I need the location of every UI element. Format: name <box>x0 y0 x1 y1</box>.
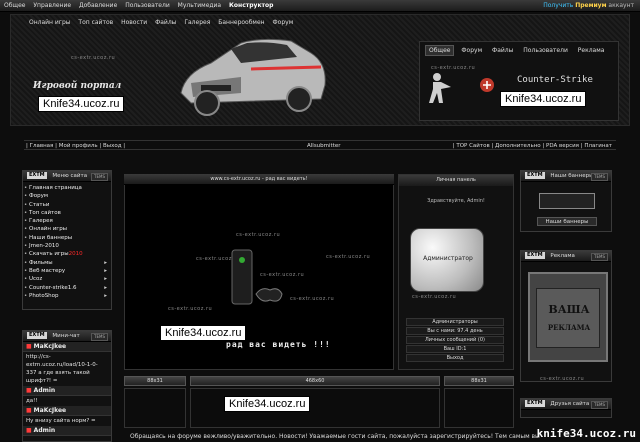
nav-top-sites[interactable]: Топ сайтов <box>78 19 113 26</box>
user-icon: ■ <box>26 387 32 394</box>
user-icon: ■ <box>26 407 32 414</box>
top-links-bar: | Главная | Мой профиль | Выход | Allsub… <box>24 140 616 150</box>
panel-watermark: cs-extr.ucoz.ru <box>412 294 457 300</box>
center-watermark: cs-extr.ucoz.ru <box>290 296 335 302</box>
ad-slot-left-label: 88x31 <box>124 376 186 386</box>
allsubmitter-link[interactable]: Allsubmitter <box>307 141 341 151</box>
ad-slot-left[interactable] <box>124 388 186 428</box>
submenu-arrow-icon: ▸ <box>104 284 107 291</box>
days-with-us: Вы с нами: 97.4 день <box>406 327 504 335</box>
welcome-banner-text: рад вас видеть !!! <box>226 340 331 349</box>
menu-item-top-sites[interactable]: Топ сайтов <box>23 209 111 218</box>
submenu-arrow-icon: ▸ <box>104 259 107 266</box>
soldier-silhouette-icon <box>429 73 451 103</box>
admin-bar: Общее Управление Добавление Пользователи… <box>0 0 640 12</box>
page: Общее Управление Добавление Пользователи… <box>0 0 640 442</box>
tab-users[interactable]: Пользователи <box>520 46 571 55</box>
portal-title: Игровой портал <box>33 81 122 91</box>
site-menu-block: EXTM Меню сайта TEMS Главная страница Фо… <box>22 170 112 310</box>
center-watermark: cs-extr.ucoz.ru <box>168 306 213 312</box>
admin-menu-constructor[interactable]: Конструктор <box>229 2 273 9</box>
menu-item-webmaster[interactable]: Веб мастеру▸ <box>23 267 111 276</box>
chat-message: ■ Admin <box>23 426 111 436</box>
logout-link[interactable]: Выход <box>406 354 504 362</box>
chat-message: ■ MaKcJkee http://cs-extrn.ucoz.ru/load/1… <box>23 342 111 386</box>
menu-item-home[interactable]: Главная страница <box>23 184 111 193</box>
header-right-tabs: Общее Форум Файлы Пользователи Реклама <box>425 45 609 56</box>
overlay-watermark-1: Knife34.ucoz.ru <box>38 96 125 112</box>
mini-chat-header: EXTM Мини-чат TEMS <box>23 331 111 342</box>
overlay-watermark-2: Knife34.ucoz.ru <box>500 91 587 107</box>
header-watermark: cs-extr.ucoz.ru <box>71 55 116 61</box>
premium-link[interactable]: Получить Премиум аккаунт <box>543 0 634 12</box>
menu-item-articles[interactable]: Статьи <box>23 201 111 210</box>
admin-menu-manage[interactable]: Управление <box>33 2 71 9</box>
avatar[interactable]: Администратор <box>410 228 484 292</box>
chat-message: ■ Admin да!! <box>23 386 111 406</box>
submenu-arrow-icon: ▸ <box>104 276 107 283</box>
submenu-arrow-icon: ▸ <box>104 267 107 274</box>
admin-menu-add[interactable]: Добавление <box>79 2 117 9</box>
admin-menu-general[interactable]: Общее <box>4 2 25 9</box>
role-label: Администратор <box>423 255 473 262</box>
friends-block: EXTM Друзья сайта TEMS <box>520 398 612 418</box>
our-banners-button[interactable]: Наши баннеры <box>537 217 597 226</box>
tab-files[interactable]: Файлы <box>489 46 516 55</box>
menu-item-gallery[interactable]: Галерея <box>23 217 111 226</box>
submenu-arrow-icon: ▸ <box>104 292 107 299</box>
banner-image[interactable] <box>539 193 595 209</box>
overlay-watermark-4: Knife34.ucoz.ru <box>224 396 311 412</box>
user-id: Ваш ID:1 <box>406 345 504 353</box>
car-image <box>180 38 326 116</box>
extra-links[interactable]: | TOP Сайтов | Дополнительно | PDA верси… <box>453 141 612 151</box>
center-watermark: cs-extr.ucoz.ru <box>326 254 371 260</box>
center-watermark: cs-extr.ucoz.ru <box>236 232 281 238</box>
site-menu-header: EXTM Меню сайта TEMS <box>23 171 111 182</box>
role-group-link[interactable]: Администраторы <box>406 318 504 326</box>
chat-message: ■ MaKcJkee Ну внизу сайта норм? = <box>23 406 111 426</box>
overlay-watermark-3: Knife34.ucoz.ru <box>160 325 247 341</box>
messages-link[interactable]: Личных сообщений (0) <box>406 336 504 344</box>
menu-item-ucoz[interactable]: Ucoz▸ <box>23 275 111 284</box>
personal-panel-title: Личная панель <box>399 175 513 186</box>
admin-menu-users[interactable]: Пользователи <box>125 2 170 9</box>
ad-banner[interactable]: ВАША РЕКЛАМА <box>528 272 608 362</box>
panel-watermark: cs-extr.ucoz.ru <box>431 65 476 71</box>
menu-item-forum[interactable]: Форум <box>23 192 111 201</box>
ad-slot-right-label: 88x31 <box>444 376 514 386</box>
menu-item-films[interactable]: Фильмы▸ <box>23 259 111 268</box>
user-links[interactable]: | Главная | Мой профиль | Выход | <box>26 141 125 151</box>
corner-watermark: knife34.ucoz.ru <box>536 427 636 440</box>
menu-item-photoshop[interactable]: PhotoShop▸ <box>23 292 111 301</box>
ad-slot-center-label: 468x60 <box>190 376 440 386</box>
tab-forum[interactable]: Форум <box>458 46 485 55</box>
nav-online-games[interactable]: Онлайн игры <box>29 19 70 26</box>
menu-item-banners[interactable]: Наши баннеры <box>23 234 111 243</box>
welcome-header: www.cs-extr.ucoz.ru - рад вас видеть! <box>124 174 394 185</box>
menu-item-online-games[interactable]: Онлайн игры <box>23 225 111 234</box>
console-image <box>231 249 283 305</box>
menu-item-counter-strike[interactable]: Counter-strike1.6▸ <box>23 284 111 293</box>
menu-item-jmen[interactable]: Jmen-2010 <box>23 242 111 251</box>
ad-slot-right[interactable] <box>444 388 514 428</box>
cs-logo-icon <box>480 78 494 92</box>
ads-watermark: cs-extr.ucoz.ru <box>540 376 585 382</box>
tab-ads[interactable]: Реклама <box>575 46 608 55</box>
greeting-text: Здравствуйте, Admin! <box>427 198 485 204</box>
nav-news[interactable]: Новости <box>121 19 147 26</box>
user-icon: ■ <box>26 343 32 350</box>
admin-menu-media[interactable]: Мультимедиа <box>178 2 221 9</box>
menu-item-download-games[interactable]: Скачать игры2010 <box>23 250 111 259</box>
mini-chat-block: EXTM Мини-чат TEMS ■ MaKcJkee http://cs-e… <box>22 330 112 442</box>
our-banners-block: EXTM Наши баннеры TEMS Наши баннеры <box>520 170 612 232</box>
user-icon: ■ <box>26 427 32 434</box>
notice-text: Обращаясь на форуме вежливо/уважительно.… <box>130 433 540 440</box>
tab-general[interactable]: Общее <box>425 45 455 56</box>
counter-strike-logo: Counter-Strike <box>517 75 593 85</box>
site-menu-list: Главная страница Форум Статьи Топ сайтов… <box>23 182 111 300</box>
